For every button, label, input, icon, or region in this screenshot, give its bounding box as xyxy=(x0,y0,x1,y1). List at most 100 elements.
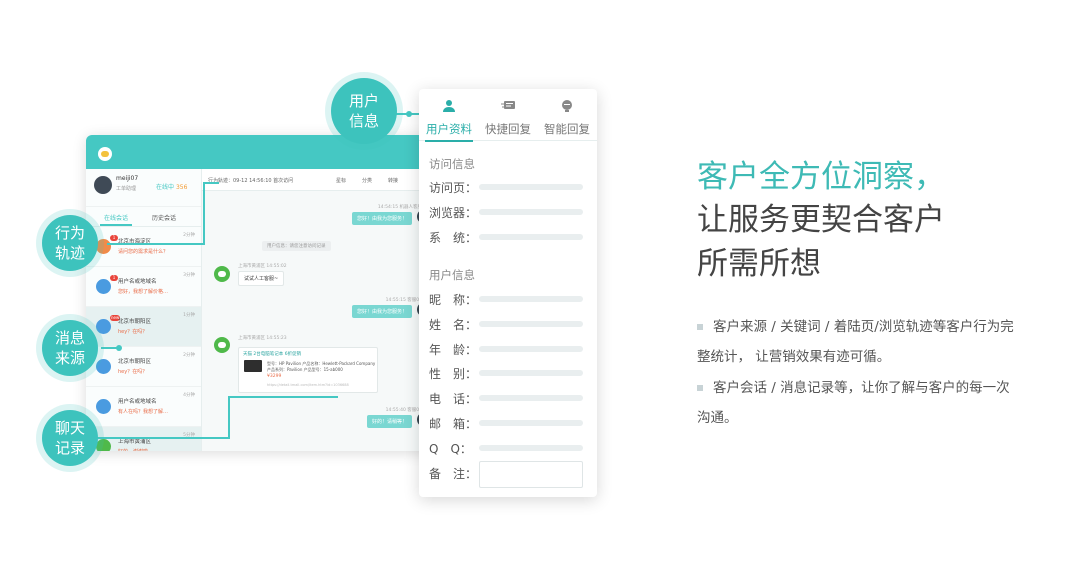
chat-header: 行为轨迹：09-12 14:56:10 首次访问 星标 分类 转接 xyxy=(202,169,436,191)
connector-line xyxy=(203,182,219,184)
badge-text: 聊天 xyxy=(54,419,85,437)
agent-message: 您好！由我为您服务！ xyxy=(351,305,412,318)
tab-quick-reply[interactable]: 快捷回复 xyxy=(478,89,538,141)
star-button[interactable]: 星标 xyxy=(336,177,346,184)
session-name: 北京市朝阳区 xyxy=(118,319,152,325)
user-icon xyxy=(443,100,455,112)
agent-role: 工单助理 xyxy=(116,186,137,192)
avatar xyxy=(96,319,111,334)
session-item[interactable]: new 北京市朝阳区 hey？在吗？ 1分钟 xyxy=(86,307,201,347)
wechat-icon xyxy=(214,266,230,282)
avatar xyxy=(96,239,111,254)
user-field: 年 龄： xyxy=(429,341,583,357)
field-value-placeholder xyxy=(479,320,583,327)
bullet-1: 客户来源 / 关键词 / 着陆页/浏览轨迹等客户行为完 整统计， 让营销效果有迹… xyxy=(697,312,1047,372)
bulb-icon xyxy=(562,100,572,112)
user-info-panel: 用户资料 快捷回复 智能回复 访问信息 访问页： 浏览器： 系 统： 用户信息 昵 … xyxy=(419,89,597,497)
field-label: 浏览器： xyxy=(429,206,478,220)
session-preview: 您好，我想了解价格… xyxy=(118,289,169,295)
avatar xyxy=(96,439,111,451)
session-time: 2分钟 xyxy=(183,233,195,238)
visit-field: 系 统： xyxy=(429,229,583,245)
session-time: 1分钟 xyxy=(183,313,195,318)
field-label: 访问页： xyxy=(429,181,478,195)
field-label: 备 注： xyxy=(429,466,478,481)
session-name: 用户名或地域名 xyxy=(118,279,157,285)
headline-line3: 所需所想 xyxy=(697,246,821,282)
notes-input[interactable] xyxy=(479,461,583,488)
user-info-badge: 用户 信息 xyxy=(331,78,397,144)
session-name: 北京市朝阳区 xyxy=(118,359,152,365)
message-meta: 上海市黄浦区 14:55:02 xyxy=(238,264,287,269)
session-item[interactable]: 北京市朝阳区 hey？在吗？ 2分钟 xyxy=(86,347,201,387)
visit-field: 浏览器： xyxy=(429,204,583,220)
tab-smart-reply[interactable]: 智能回复 xyxy=(537,89,597,141)
source-badge: 消息 来源 xyxy=(42,320,98,376)
tab-online-sessions[interactable]: 在线会话 xyxy=(99,213,133,226)
badge-text: 轨迹 xyxy=(54,244,85,262)
session-time: 4分钟 xyxy=(183,393,195,398)
badge-text: 来源 xyxy=(54,349,85,367)
session-preview: hey？在吗？ xyxy=(118,329,148,335)
window-header xyxy=(86,135,436,169)
laptop-image xyxy=(244,360,262,372)
session-item[interactable]: 用户名或地域名 有人在吗？我想了解… 4分钟 xyxy=(86,387,201,427)
field-value-placeholder xyxy=(479,345,583,352)
headline-line2: 让服务更契合客户 xyxy=(697,202,945,238)
avatar xyxy=(96,399,111,414)
connector-line xyxy=(228,396,338,398)
avatar xyxy=(94,176,112,194)
visit-field: 访问页： xyxy=(429,179,583,195)
chat-area: 行为轨迹：09-12 14:56:10 首次访问 星标 分类 转接 14:54:… xyxy=(202,169,436,451)
product-card[interactable]: 天猫 2台电脑笔记本 6折促销 型号：HP Pavilion 产品名称：Hewl… xyxy=(238,347,378,393)
field-value-placeholder xyxy=(479,370,583,377)
transfer-button[interactable]: 转接 xyxy=(388,177,398,184)
session-preview: hey？在吗？ xyxy=(118,369,148,375)
field-value-placeholder xyxy=(479,420,583,426)
category-button[interactable]: 分类 xyxy=(362,177,372,184)
tab-history-sessions[interactable]: 历史会话 xyxy=(152,213,176,222)
connector-dot xyxy=(116,345,122,351)
session-preview: 请问您的需求是什么？ xyxy=(118,249,169,255)
wechat-icon xyxy=(214,337,230,353)
unread-badge: 1 xyxy=(110,275,118,281)
session-time: 3分钟 xyxy=(183,273,195,278)
message-meta: 14:55:15 客服07 xyxy=(385,298,422,303)
session-item[interactable]: 上海市黄浦区好的，谢谢啦5分钟 xyxy=(86,427,201,451)
chat-log-badge: 聊天 记录 xyxy=(42,410,98,466)
session-item[interactable]: 1 用户名或地域名您好，我想了解价格… 3分钟 xyxy=(86,267,201,307)
session-item[interactable]: 1 北京市海淀区 请问您的需求是什么？ 2分钟 xyxy=(86,227,201,267)
tab-user-profile[interactable]: 用户资料 xyxy=(419,89,479,142)
agent-profile: meiji07 工单助理 在线中 356 xyxy=(86,169,201,207)
trace-info[interactable]: 行为轨迹：09-12 14:56:10 首次访问 xyxy=(208,177,293,184)
bullet-icon xyxy=(697,385,703,391)
badge-text: 记录 xyxy=(54,439,85,457)
field-label: 昵 称： xyxy=(429,293,478,307)
field-label: 邮 箱： xyxy=(429,417,478,431)
visit-info-heading: 访问信息 xyxy=(429,157,475,171)
session-list: 1 北京市海淀区 请问您的需求是什么？ 2分钟 1 用户名或地域名 您好，我想了解价格… 3分… xyxy=(86,227,201,451)
session-time: 2分钟 xyxy=(183,353,195,358)
connector-line xyxy=(228,396,230,439)
headline-accent: 客户全方位洞察， xyxy=(697,159,945,195)
field-label: 年 龄： xyxy=(429,342,478,357)
agent-message: 您好！由我为您服务！ xyxy=(351,212,412,225)
agent-status[interactable]: 在线中 356 xyxy=(156,182,187,191)
field-label: 电 话： xyxy=(429,392,478,407)
field-label: 性 别： xyxy=(429,367,478,382)
message-meta: 14:54:15 机器人客服 xyxy=(377,205,422,210)
connector-line xyxy=(203,182,205,245)
user-field: Q Q： xyxy=(429,440,583,456)
bullet-2: 客户会话 / 消息记录等，让你了解与客户的每一次 沟通。 xyxy=(697,373,1047,433)
card-url[interactable]: https://detail.tmall.com/item.htm?id=103… xyxy=(267,383,349,387)
field-label: Q Q： xyxy=(429,441,472,456)
field-value-placeholder xyxy=(479,296,583,302)
connector-line xyxy=(107,243,205,245)
badge-text: 消息 xyxy=(54,329,85,347)
agent-name: meiji07 xyxy=(116,175,139,182)
session-sidebar: meiji07 工单助理 在线中 356 在线会话 历史会话 1 北京市海淀区 请问… xyxy=(86,169,202,451)
bullet-text: 整统计， 让营销效果有迹可循。 xyxy=(697,349,891,365)
connector-line xyxy=(97,437,228,439)
field-value-placeholder xyxy=(479,234,583,240)
quick-reply-icon xyxy=(501,101,515,109)
